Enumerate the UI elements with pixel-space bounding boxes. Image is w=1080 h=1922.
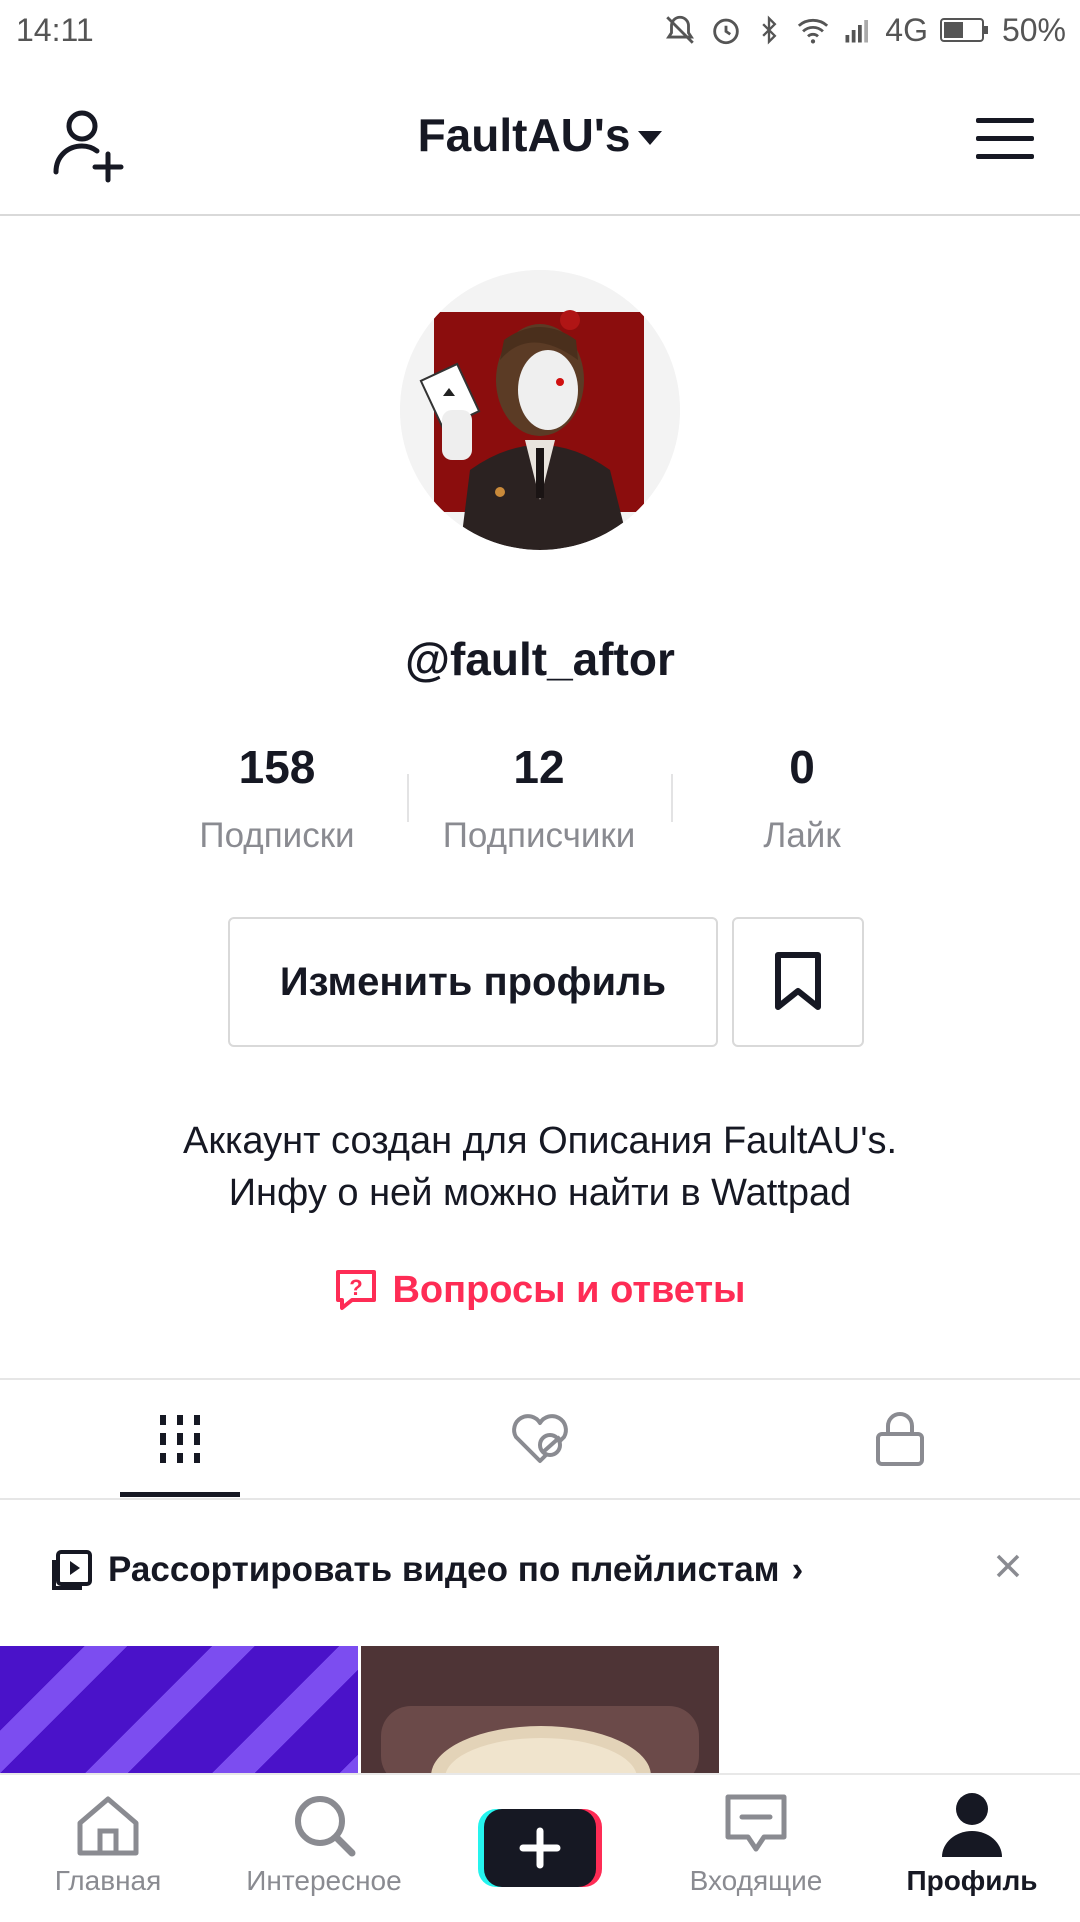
question-bubble-icon: ?	[336, 1270, 377, 1310]
profile-header: FaultAU's	[0, 60, 1080, 216]
home-icon	[77, 1796, 139, 1856]
nav-inbox-label: Входящие	[689, 1865, 823, 1896]
likes-count: 0	[789, 741, 815, 793]
followers-stat[interactable]: 12 Подписчики	[409, 740, 669, 856]
inbox-icon	[725, 1794, 787, 1852]
bluetooth-icon	[762, 15, 777, 45]
nav-profile[interactable]: Профиль	[864, 1775, 1080, 1922]
playlist-banner-text: Рассортировать видео по плейлистам	[108, 1550, 780, 1589]
edit-profile-button[interactable]: Изменить профиль	[228, 917, 718, 1047]
video-thumbnail[interactable]	[0, 1646, 358, 1774]
status-bar: 14:11 4G 50%	[0, 0, 1080, 60]
nav-home[interactable]: Главная	[0, 1775, 216, 1922]
alarm-icon	[713, 18, 740, 45]
search-icon	[295, 1796, 356, 1857]
following-count: 158	[238, 741, 316, 793]
wifi-icon	[798, 18, 829, 44]
battery-icon	[939, 18, 988, 42]
network-type: 4G	[885, 11, 928, 48]
bio: Аккаунт создан для Описания FaultAU's. И…	[0, 1115, 1080, 1219]
avatar-illustration	[400, 270, 680, 550]
status-time: 14:11	[16, 12, 94, 48]
likes-stat[interactable]: 0 Лайк	[672, 740, 932, 856]
qa-label: Вопросы и ответы	[392, 1268, 746, 1311]
nav-home-label: Главная	[54, 1865, 162, 1896]
video-thumbnail[interactable]	[361, 1646, 719, 1774]
battery-percent: 50%	[1001, 11, 1066, 48]
chevron-right-icon: ›	[791, 1550, 804, 1589]
qa-link[interactable]: ? Вопросы и ответы	[0, 1268, 1080, 1312]
bookmark-icon	[775, 952, 821, 1010]
likes-label: Лайк	[763, 816, 841, 855]
tab-videos[interactable]	[0, 1380, 360, 1498]
bio-line: Инфу о ней можно найти в Wattpad	[228, 1172, 852, 1214]
account-switcher[interactable]: FaultAU's	[0, 108, 1080, 162]
liked-hidden-icon	[512, 1414, 568, 1463]
active-tab-indicator	[120, 1492, 240, 1497]
account-title: FaultAU's	[417, 109, 631, 161]
bio-line: Аккаунт создан для Описания FaultAU's.	[182, 1120, 898, 1162]
close-icon[interactable]	[994, 1552, 1022, 1580]
following-label: Подписки	[199, 816, 355, 855]
playlist-icon	[52, 1550, 92, 1590]
chevron-down-icon	[638, 131, 663, 145]
signal-icon	[845, 20, 869, 43]
mute-icon	[666, 15, 695, 44]
nav-profile-label: Профиль	[906, 1865, 1038, 1896]
svg-text:?: ?	[350, 1275, 363, 1300]
nav-inbox[interactable]: Входящие	[648, 1775, 864, 1922]
followers-count: 12	[513, 741, 565, 793]
following-stat[interactable]: 158 Подписки	[147, 740, 407, 856]
bottom-navigation: Главная Интересное Входящие Профиль	[0, 1773, 1080, 1922]
followers-label: Подписчики	[442, 816, 636, 855]
playlist-banner[interactable]: Рассортировать видео по плейлистам ›	[0, 1510, 1080, 1630]
username: @fault_aftor	[405, 633, 675, 685]
favorites-button[interactable]	[732, 917, 864, 1047]
content-tabs	[0, 1378, 1080, 1500]
profile-icon	[942, 1793, 1002, 1857]
videos-grid-icon	[160, 1415, 200, 1463]
nav-discover[interactable]: Интересное	[216, 1775, 432, 1922]
avatar[interactable]	[400, 270, 680, 550]
nav-discover-label: Интересное	[246, 1865, 402, 1896]
hamburger-menu-icon[interactable]	[976, 116, 1034, 162]
tab-private[interactable]	[720, 1380, 1080, 1498]
thumbnail-image	[361, 1646, 719, 1774]
status-icons: 4G 50%	[663, 10, 1066, 50]
lock-icon	[876, 1412, 924, 1466]
tab-liked[interactable]	[360, 1380, 720, 1498]
create-video-button[interactable]	[478, 1807, 602, 1889]
